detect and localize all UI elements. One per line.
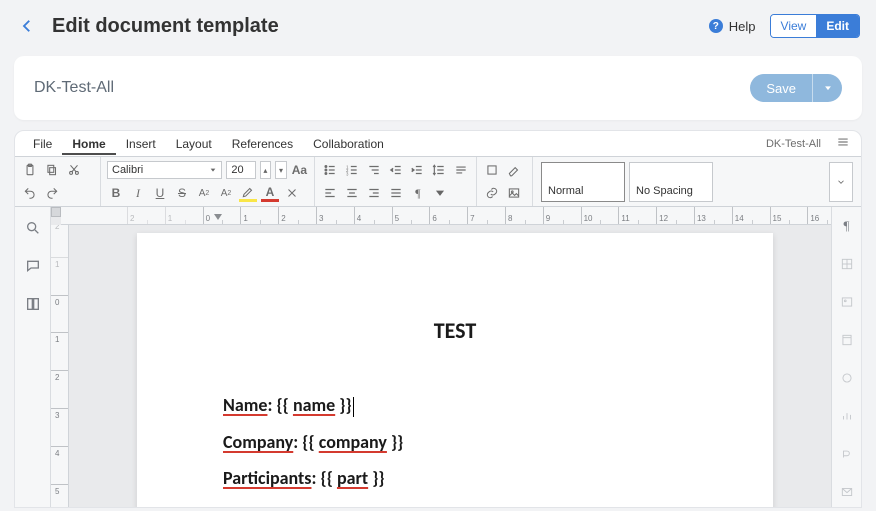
navigation-icon[interactable] [24,295,42,313]
doc-heading: TEST [223,317,687,344]
menubar-doc-name: DK-Test-All [766,138,821,150]
document-name: DK-Test-All [34,79,114,97]
cut-icon[interactable] [65,161,83,179]
bold-icon[interactable]: B [107,184,125,202]
font-name-value: Calibri [112,164,143,176]
table-settings-icon[interactable] [838,255,856,273]
decrease-indent-icon[interactable] [387,161,405,179]
horizontal-ruler[interactable]: 2101234567891011121314151617 [61,207,831,225]
doc-line: Company: {{ company }} [223,431,687,453]
italic-icon[interactable]: I [129,184,147,202]
menu-item-insert[interactable]: Insert [116,133,166,155]
help-label: Help [729,19,756,34]
clear-formatting-icon[interactable] [283,184,301,202]
chart-settings-icon[interactable] [838,407,856,425]
vertical-ruler[interactable]: 2101234567 [51,225,69,507]
change-case-icon[interactable]: Aa [291,161,308,179]
numbered-list-icon[interactable]: 123 [343,161,361,179]
nonprinting-chars-icon[interactable]: ¶ [409,184,427,202]
style-label: No Spacing [636,185,693,197]
align-center-icon[interactable] [343,184,361,202]
align-left-icon[interactable] [321,184,339,202]
shape-settings-icon[interactable] [838,369,856,387]
paste-icon[interactable] [21,161,39,179]
ruler-corner [51,207,61,217]
multilevel-list-icon[interactable] [365,161,383,179]
superscript-icon[interactable]: A2 [195,184,213,202]
back-button[interactable] [16,15,38,37]
menu-item-file[interactable]: File [23,133,62,155]
help-icon: ? [709,19,723,33]
field-label: Company [223,431,293,453]
strikethrough-icon[interactable]: S [173,184,191,202]
font-color-icon[interactable]: A [261,184,279,202]
link-icon[interactable] [483,184,501,202]
page-title: Edit document template [52,15,279,38]
menu-item-references[interactable]: References [222,133,303,155]
line-spacing-icon[interactable] [430,161,448,179]
field-label: Participants [223,467,311,489]
styles-more[interactable] [829,162,853,202]
edit-toggle[interactable]: Edit [816,15,859,37]
field-token: company [319,431,387,453]
menu-item-layout[interactable]: Layout [166,133,222,155]
header-footer-icon[interactable] [838,331,856,349]
field-token: name [293,394,335,416]
paragraph-dropdown-icon[interactable] [431,184,449,202]
menu-bar: FileHomeInsertLayoutReferencesCollaborat… [15,131,861,157]
text-caret [353,397,354,417]
style-normal[interactable]: Normal [541,162,625,202]
doc-line: Participants: {{ part }} [223,467,687,489]
font-size-decrease[interactable]: ▾ [275,161,287,179]
subscript-icon[interactable]: A2 [217,184,235,202]
field-token: part [337,467,368,489]
underline-icon[interactable]: U [151,184,169,202]
highlight-color-icon[interactable] [239,184,257,202]
style-no-spacing[interactable]: No Spacing [629,162,713,202]
bullet-list-icon[interactable] [321,161,339,179]
save-button[interactable]: Save [750,74,812,102]
save-dropdown[interactable] [812,74,842,102]
align-right-icon[interactable] [365,184,383,202]
menubar-more-icon[interactable] [833,135,853,152]
mail-merge-icon[interactable] [838,483,856,501]
view-edit-toggle: View Edit [770,14,860,38]
doc-line: Name: {{ name }} [223,394,687,417]
font-name-select[interactable]: Calibri [107,161,222,179]
font-size-increase[interactable]: ▴ [260,161,272,179]
align-justify-icon[interactable] [387,184,405,202]
help-link[interactable]: ? Help [709,19,756,34]
style-label: Normal [548,185,583,197]
view-toggle[interactable]: View [771,15,817,37]
menu-item-collaboration[interactable]: Collaboration [303,133,394,155]
pilcrow-icon[interactable]: ¶ [838,217,856,235]
copy-icon[interactable] [43,161,61,179]
redo-icon[interactable] [43,184,61,202]
font-size-select[interactable]: 20 [226,161,255,179]
paragraph-settings-icon[interactable] [452,161,470,179]
field-label: Name [223,394,267,416]
eraser-icon[interactable] [505,161,523,179]
svg-text:3: 3 [346,171,349,176]
image-icon[interactable] [505,184,523,202]
text-art-icon[interactable] [838,445,856,463]
undo-icon[interactable] [21,184,39,202]
document-page[interactable]: TEST Name: {{ name }} Company: {{ company… [137,233,773,507]
search-icon[interactable] [24,219,42,237]
indent-marker[interactable] [214,214,222,220]
image-settings-icon[interactable] [838,293,856,311]
menu-item-home[interactable]: Home [62,133,115,155]
shape-icon[interactable] [483,161,501,179]
comments-icon[interactable] [24,257,42,275]
increase-indent-icon[interactable] [408,161,426,179]
font-size-value: 20 [231,164,243,176]
